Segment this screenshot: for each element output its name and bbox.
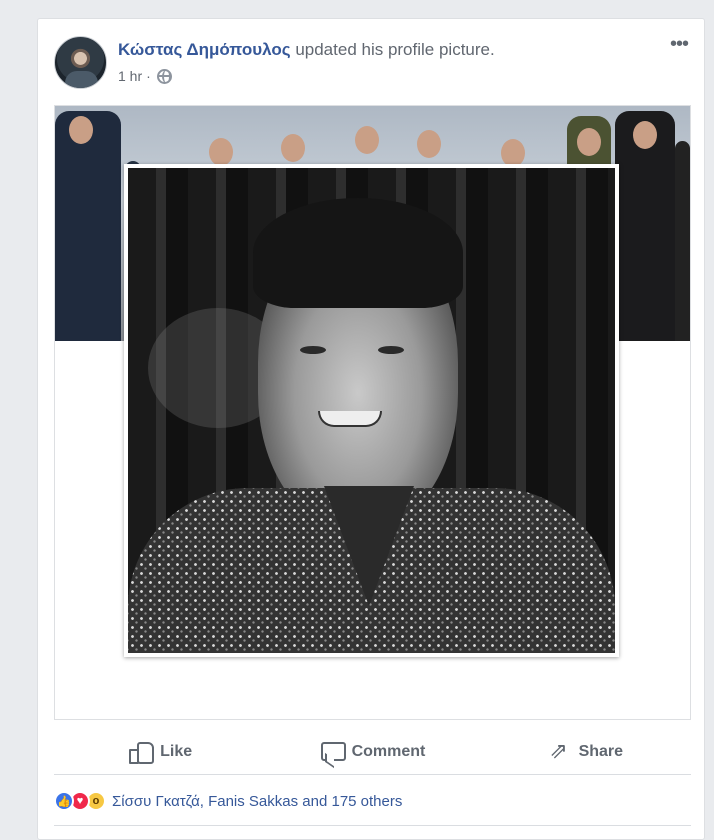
reactions-text-link[interactable]: Σίσσυ Γκατζά, Fanis Sakkas and 175 other…: [112, 793, 402, 810]
comment-button[interactable]: Comment: [266, 729, 478, 774]
author-avatar[interactable]: [54, 36, 107, 89]
thumbs-up-icon: [128, 741, 155, 764]
globe-icon[interactable]: [156, 68, 172, 84]
comment-bubble-icon: [320, 741, 346, 763]
author-name-link[interactable]: Κώστας Δημόπουλος: [118, 40, 291, 59]
profile-picture[interactable]: [128, 168, 615, 653]
reactions-summary[interactable]: 👍 ♥ o Σίσσυ Γκατζά, Fanis Sakkas and 175…: [54, 791, 402, 811]
post-media[interactable]: [54, 105, 691, 720]
like-reaction-icon: 👍: [54, 791, 74, 811]
like-label: Like: [160, 742, 193, 760]
share-arrow-icon: ⇗: [549, 737, 568, 763]
meta-separator: ·: [146, 68, 151, 84]
post-timestamp[interactable]: 1 hr: [118, 68, 142, 84]
post-options-button[interactable]: •••: [670, 34, 689, 54]
post-header: Κώστας Δημόπουλος updated his profile pi…: [118, 39, 658, 84]
share-label: Share: [578, 742, 624, 760]
feed-post: Κώστας Δημόπουλος updated his profile pi…: [37, 18, 705, 840]
post-action-bar: Like Comment ⇗ Share: [54, 729, 691, 775]
post-action-text: updated his profile picture.: [290, 40, 495, 59]
like-button[interactable]: Like: [54, 729, 266, 774]
post-meta: 1 hr ·: [118, 68, 658, 84]
divider: [54, 825, 691, 826]
profile-picture-frame[interactable]: [124, 164, 619, 657]
share-button[interactable]: ⇗ Share: [479, 729, 691, 774]
comment-label: Comment: [351, 742, 426, 760]
post-title: Κώστας Δημόπουλος updated his profile pi…: [118, 39, 658, 61]
